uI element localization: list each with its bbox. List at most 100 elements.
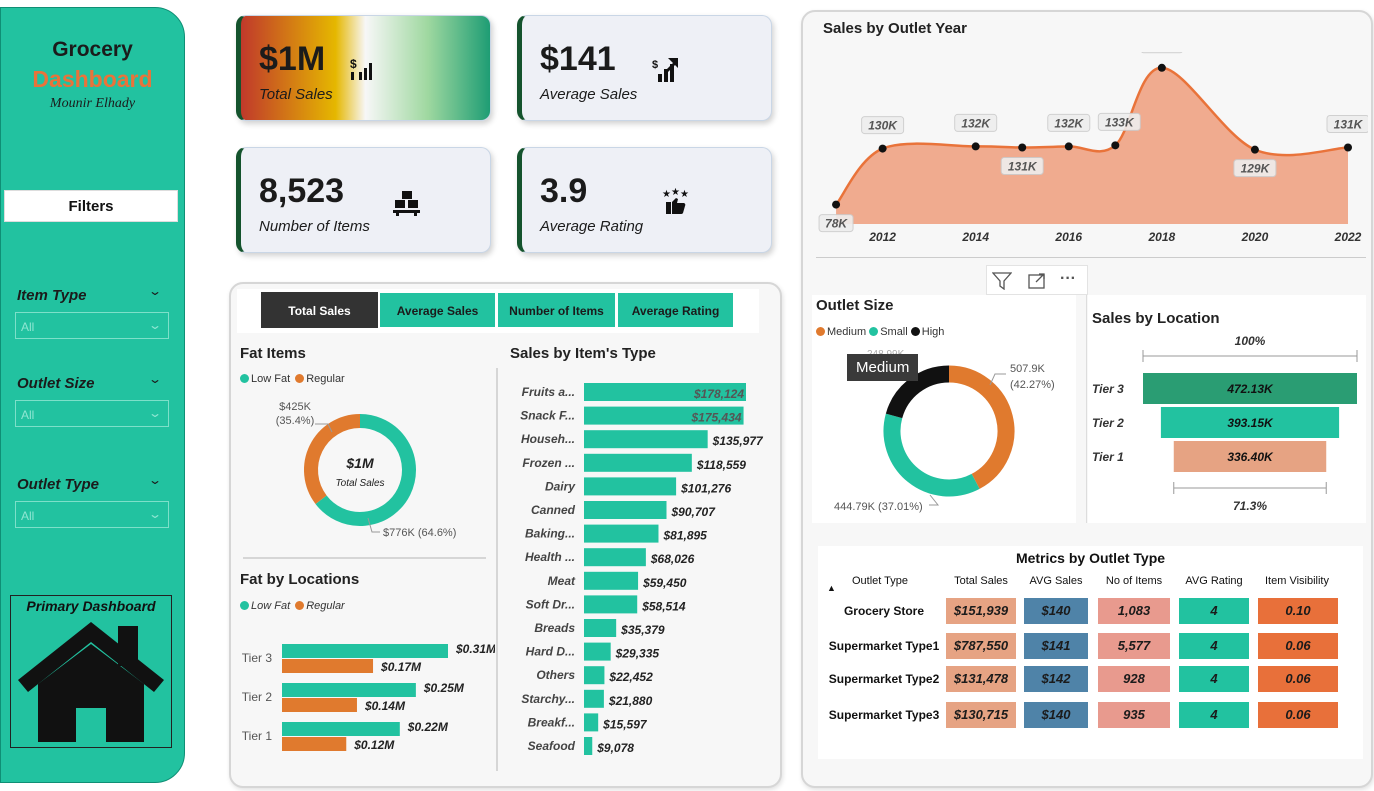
legend-dot-low-fat xyxy=(240,601,249,610)
bar xyxy=(584,689,604,708)
table-cell: 0.10 xyxy=(1258,598,1338,624)
x-tick-label: 2014 xyxy=(961,230,989,244)
data-label: $101,276 xyxy=(680,481,731,495)
x-tick-label: 2016 xyxy=(1054,230,1082,244)
data-point xyxy=(971,142,980,151)
fat-by-locations-bar-chart: Tier 3 $0.31M $0.17M Tier 2 $0.25M $0.14M Tier… xyxy=(242,642,495,752)
chevron-down-icon[interactable]: ⌄ xyxy=(148,284,162,298)
row-label: Grocery Store xyxy=(843,604,925,618)
table-cell: 5,577 xyxy=(1098,633,1170,659)
data-label-regular: $425K xyxy=(279,401,311,413)
column-header-item-visibility[interactable]: Item Visibility xyxy=(1254,575,1340,587)
column-header-no-of-items[interactable]: No of Items xyxy=(1098,575,1170,587)
thumbs-up-stars-icon: ★ ★ ★ xyxy=(662,188,689,215)
table-cell: 1,083 xyxy=(1098,598,1170,624)
legend-dot-regular xyxy=(295,601,305,610)
home-icon[interactable] xyxy=(14,618,168,744)
data-label: $0.12M xyxy=(353,738,395,752)
bar xyxy=(584,453,692,472)
data-label: $29,335 xyxy=(615,647,660,661)
data-label: $0.17M xyxy=(380,660,422,674)
donut-slice-small xyxy=(883,413,980,497)
tab-number-of-items[interactable]: Number of Items xyxy=(497,292,616,328)
focus-mode-icon[interactable] xyxy=(1027,272,1047,290)
data-label: $0.25M xyxy=(423,681,465,695)
data-label: $35,379 xyxy=(620,623,665,637)
data-point xyxy=(1157,63,1166,72)
legend-dot-small xyxy=(869,327,879,336)
data-label: $22,452 xyxy=(608,670,653,684)
data-label: $58,514 xyxy=(641,599,686,613)
svg-text:★: ★ xyxy=(671,188,680,198)
bar-low-fat xyxy=(282,644,448,658)
item-type-select[interactable]: All ⌄ xyxy=(15,312,169,339)
chevron-down-icon[interactable]: ⌄ xyxy=(148,372,162,386)
data-label: $9,078 xyxy=(596,741,634,755)
data-label: 472.13K xyxy=(1226,382,1274,396)
author-name: Mounir Elhady xyxy=(49,96,136,111)
category-label: Frozen ... xyxy=(522,456,575,470)
bar xyxy=(584,430,708,449)
sales-by-outlet-year-title: Sales by Outlet Year xyxy=(823,20,967,37)
kpi-label: Average Rating xyxy=(540,218,644,235)
sort-ascending-icon[interactable]: ▲ xyxy=(827,583,836,593)
outlet-type-select[interactable]: All ⌄ xyxy=(15,501,169,528)
svg-text:$: $ xyxy=(652,59,658,71)
table-cell: 4 xyxy=(1179,702,1249,728)
table-cell: $141 xyxy=(1024,633,1088,659)
category-label: Tier 1 xyxy=(1092,450,1124,464)
data-label: 336.40K xyxy=(1227,450,1274,464)
category-label: Meat xyxy=(548,574,576,588)
row-label: Supermarket Type1 xyxy=(828,639,940,653)
category-label: Canned xyxy=(531,503,576,517)
bar-low-fat xyxy=(282,722,400,736)
data-label-medium: (42.27%) xyxy=(1010,379,1055,391)
category-label: Soft Dr... xyxy=(526,597,575,611)
category-label: Starchy... xyxy=(521,692,575,706)
data-label: $175,434 xyxy=(690,411,741,425)
legend-small: Small xyxy=(880,326,908,338)
column-header-avg-sales[interactable]: AVG Sales xyxy=(1024,575,1088,587)
tab-total-sales[interactable]: Total Sales xyxy=(261,292,378,328)
svg-text:★: ★ xyxy=(680,189,689,200)
x-tick-label: 2020 xyxy=(1241,230,1269,244)
bar xyxy=(584,713,599,732)
column-header-outlet-type[interactable]: Outlet Type xyxy=(838,575,922,587)
table-cell: 0.06 xyxy=(1258,666,1338,692)
divider xyxy=(816,257,1366,258)
primary-dashboard-label: Primary Dashboard xyxy=(26,598,156,614)
legend-dot-high xyxy=(910,327,920,336)
tab-average-sales[interactable]: Average Sales xyxy=(379,292,496,328)
chevron-down-icon[interactable]: ⌄ xyxy=(148,473,162,487)
filter-icon[interactable] xyxy=(992,272,1012,290)
data-point xyxy=(1111,141,1120,150)
tab-average-rating[interactable]: Average Rating xyxy=(617,292,734,328)
legend-dot-low-fat xyxy=(240,374,249,383)
kpi-card-total-sales: $1M Total Sales $ xyxy=(236,15,491,121)
data-label-box xyxy=(1141,52,1183,54)
data-label-low-fat: $776K (64.6%) xyxy=(383,527,456,539)
data-label: 131K xyxy=(1008,160,1038,174)
more-options-icon[interactable]: ··· xyxy=(1060,270,1076,288)
divider xyxy=(1086,295,1087,523)
outlet-size-select[interactable]: All ⌄ xyxy=(15,400,169,427)
svg-text:$: $ xyxy=(350,57,357,71)
data-label: $0.22M xyxy=(407,720,449,734)
bottom-bracket xyxy=(1173,482,1327,494)
table-cell: 935 xyxy=(1098,702,1170,728)
kpi-card-number-of-items: 8,523 Number of Items xyxy=(236,147,491,253)
column-header-total-sales[interactable]: Total Sales xyxy=(946,575,1016,587)
sales-by-location-title: Sales by Location xyxy=(1092,310,1220,327)
sales-by-location-funnel-chart: 100% Tier 3 472.13K Tier 2 393.15K Tier 1 336.… xyxy=(1092,334,1358,513)
data-point xyxy=(1064,142,1073,151)
data-point xyxy=(1018,143,1027,152)
fat-by-locations-title: Fat by Locations xyxy=(240,571,360,588)
legend-low-fat: Low Fat xyxy=(251,373,291,385)
legend-regular: Regular xyxy=(306,600,345,612)
table-cell: $140 xyxy=(1024,598,1088,624)
legend-regular: Regular xyxy=(306,373,345,385)
filter-label-outlet-size: Outlet Size xyxy=(17,375,95,392)
data-label: $68,026 xyxy=(650,552,695,566)
donut-center-label: Total Sales xyxy=(335,478,384,489)
column-header-avg-rating[interactable]: AVG Rating xyxy=(1179,575,1249,587)
